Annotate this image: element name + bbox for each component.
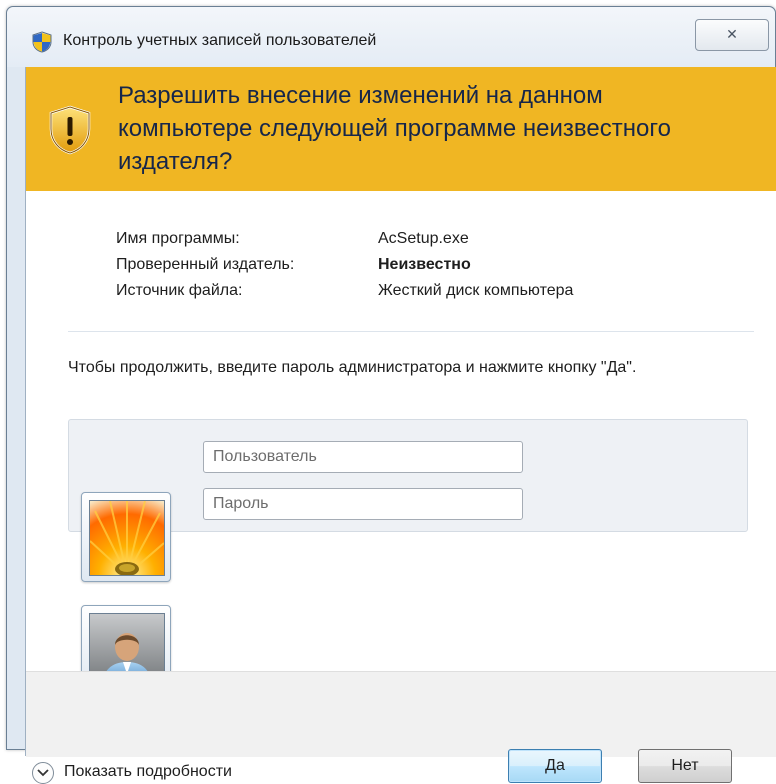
- detail-label: Источник файла:: [116, 282, 243, 299]
- detail-value: Неизвестно: [378, 256, 471, 273]
- yes-button[interactable]: Да: [508, 749, 602, 783]
- show-details-toggle[interactable]: [32, 762, 54, 784]
- detail-label: Имя программы:: [116, 230, 240, 247]
- uac-shield-icon: [32, 31, 52, 53]
- chevron-down-icon: [37, 769, 49, 777]
- detail-label: Проверенный издатель:: [116, 256, 295, 273]
- dialog-content: Разрешить внесение изменений на данном к…: [25, 67, 776, 784]
- detail-row-program-name: Имя программы: AcSetup.exe: [116, 230, 573, 256]
- detail-row-file-origin: Источник файла: Жесткий диск компьютера: [116, 282, 573, 308]
- title-bar[interactable]: Контроль учетных записей пользователей ✕: [7, 7, 775, 67]
- show-details-link[interactable]: Показать подробности: [64, 763, 232, 781]
- divider: [68, 331, 754, 332]
- username-field[interactable]: [203, 441, 523, 473]
- password-field[interactable]: [203, 488, 523, 520]
- uac-dialog-window: Контроль учетных записей пользователей ✕…: [6, 6, 776, 784]
- window-title: Контроль учетных записей пользователей: [63, 32, 377, 49]
- flower-avatar-icon: [90, 501, 164, 575]
- warning-banner: Разрешить внесение изменений на данном к…: [26, 67, 776, 191]
- close-button[interactable]: ✕: [695, 19, 769, 51]
- warning-shield-icon: [49, 105, 91, 155]
- close-icon: ✕: [726, 27, 738, 43]
- detail-row-publisher: Проверенный издатель: Неизвестно: [116, 256, 573, 282]
- detail-value: Жесткий диск компьютера: [378, 282, 574, 299]
- banner-question: Разрешить внесение изменений на данном к…: [118, 82, 671, 175]
- program-details: Имя программы: AcSetup.exe Проверенный и…: [116, 230, 573, 308]
- dialog-footer: Показать подробности Да Нет: [26, 671, 776, 784]
- no-button[interactable]: Нет: [638, 749, 732, 783]
- credential-prompt: Чтобы продолжить, введите пароль админис…: [68, 359, 637, 376]
- admin-account-tile[interactable]: [81, 492, 171, 582]
- detail-value: AcSetup.exe: [378, 230, 469, 247]
